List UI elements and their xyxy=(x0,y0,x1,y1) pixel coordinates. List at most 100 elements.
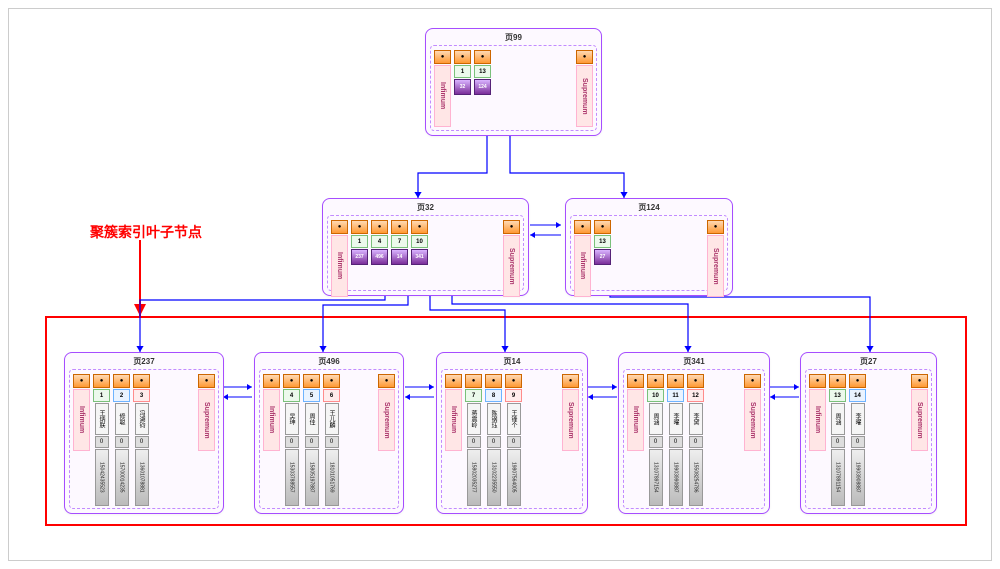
page-title: 页99 xyxy=(426,32,601,43)
row-phone: 13601078881 xyxy=(135,449,149,506)
slot-header: ● xyxy=(667,374,684,388)
row-phone: 15508254786 xyxy=(689,449,703,506)
row-phone: 19807564005 xyxy=(507,449,521,506)
entry-ptr: 27 xyxy=(594,249,611,265)
infimum-label: Infimum xyxy=(73,389,90,451)
row-name: 修聪 xyxy=(115,403,129,435)
slot-header: ● xyxy=(198,374,215,388)
supremum-slot: ● Supremum xyxy=(576,50,593,127)
supremum-slot: ●Supremum xyxy=(744,374,761,451)
slot-header: ● xyxy=(113,374,130,388)
row-phone: 15805197887 xyxy=(305,449,319,506)
row-name: 周涵 xyxy=(831,403,845,435)
row-zero: 0 xyxy=(487,436,501,448)
row-phone: 13107897154 xyxy=(649,449,663,506)
page-leaf: 页237●Infimum● 1 王炳朕 0 15042435523● 2 修聪 … xyxy=(64,352,224,514)
slot-header: ● xyxy=(574,220,591,234)
row-zero: 0 xyxy=(285,436,299,448)
slot-header: ● xyxy=(911,374,928,388)
row-zero: 0 xyxy=(507,436,521,448)
slot-header: ● xyxy=(503,220,520,234)
supremum-slot: ●Supremum xyxy=(911,374,928,451)
slot-header: ● xyxy=(411,220,428,234)
supremum-label: Supremum xyxy=(562,389,579,451)
data-row: ● 9 王锋个 0 19807564005 xyxy=(505,374,522,506)
data-row: ● 4 吴珅 0 15303788557 xyxy=(283,374,300,506)
row-zero: 0 xyxy=(305,436,319,448)
supremum-slot: ●Supremum xyxy=(378,374,395,451)
row-phone: 13107891154 xyxy=(831,449,845,506)
data-row: ● 11 李曜 0 19903990887 xyxy=(667,374,684,506)
slot-header: ● xyxy=(391,220,408,234)
row-key: 9 xyxy=(505,389,522,402)
entry-ptr: 341 xyxy=(411,249,428,265)
index-entry: ● 13 124 xyxy=(474,50,491,95)
row-name: 陈钢珏 xyxy=(487,403,501,435)
row-phone: 19903908887 xyxy=(851,449,865,506)
index-entry: ●10341 xyxy=(411,220,428,265)
row-key: 3 xyxy=(133,389,150,402)
page-leaf: 页341●Infimum● 10 周涵 0 13107897154● 11 李曜… xyxy=(618,352,770,514)
data-row: ● 1 王炳朕 0 15042435523 xyxy=(93,374,110,506)
data-row: ● 8 陈钢珏 0 13102235550 xyxy=(485,374,502,506)
row-name: 王炳朕 xyxy=(95,403,109,435)
row-key: 13 xyxy=(829,389,846,402)
slot-header: ● xyxy=(627,374,644,388)
slot-header: ● xyxy=(849,374,866,388)
index-entry: ● 1 32 xyxy=(454,50,471,95)
slot-header: ● xyxy=(809,374,826,388)
infimum-label: Infimum xyxy=(331,235,348,297)
slot-header: ● xyxy=(562,374,579,388)
supremum-label: Supremum xyxy=(707,235,724,297)
row-phone: 15042435523 xyxy=(95,449,109,506)
slot-header: ● xyxy=(283,374,300,388)
data-row: ● 2 修聪 0 15700014235 xyxy=(113,374,130,506)
slot-header: ● xyxy=(303,374,320,388)
index-entry: ●4496 xyxy=(371,220,388,265)
slot-header: ● xyxy=(454,50,471,64)
row-phone: 15303788557 xyxy=(285,449,299,506)
index-entry: ●1237 xyxy=(351,220,368,265)
data-row: ● 14 李曜 0 19903908887 xyxy=(849,374,866,506)
row-key: 4 xyxy=(283,389,300,402)
infimum-slot: ● Infimum xyxy=(434,50,451,127)
row-zero: 0 xyxy=(115,436,129,448)
row-key: 11 xyxy=(667,389,684,402)
entry-key: 1 xyxy=(454,65,471,78)
entry-ptr: 32 xyxy=(454,79,471,95)
entry-key: 4 xyxy=(371,235,388,248)
supremum-label: Supremum xyxy=(378,389,395,451)
entry-key: 10 xyxy=(411,235,428,248)
row-name: 王儿麟 xyxy=(325,403,339,435)
row-name: 周佳 xyxy=(305,403,319,435)
infimum-slot: ●Infimum xyxy=(627,374,644,451)
entry-key: 13 xyxy=(594,235,611,248)
infimum-label: Infimum xyxy=(627,389,644,451)
slot-header: ● xyxy=(465,374,482,388)
supremum-label: Supremum xyxy=(911,389,928,451)
page-leaf: 页27●Infimum● 13 周涵 0 13107891154● 14 李曜 … xyxy=(800,352,937,514)
infimum-label: Infimum xyxy=(574,235,591,297)
row-phone: 15802035277 xyxy=(467,449,481,506)
slot-header: ● xyxy=(576,50,593,64)
row-phone: 18101051769 xyxy=(325,449,339,506)
row-name: 吴珅 xyxy=(285,403,299,435)
infimum-label: Infimum xyxy=(809,389,826,451)
row-key: 12 xyxy=(687,389,704,402)
page-title: 页496 xyxy=(255,356,403,367)
slot-header: ● xyxy=(351,220,368,234)
row-phone: 19903990887 xyxy=(669,449,683,506)
row-name: 李曜 xyxy=(669,403,683,435)
row-key: 5 xyxy=(303,389,320,402)
row-name: 周涵 xyxy=(649,403,663,435)
slot-header: ● xyxy=(378,374,395,388)
row-key: 6 xyxy=(323,389,340,402)
page-title: 页27 xyxy=(801,356,936,367)
slot-header: ● xyxy=(594,220,611,234)
entry-ptr: 496 xyxy=(371,249,388,265)
row-key: 1 xyxy=(93,389,110,402)
infimum-slot: ●Infimum xyxy=(263,374,280,451)
infimum-label: Infimum xyxy=(434,65,451,127)
supremum-slot: ●Supremum xyxy=(198,374,215,451)
row-phone: 15700014235 xyxy=(115,449,129,506)
